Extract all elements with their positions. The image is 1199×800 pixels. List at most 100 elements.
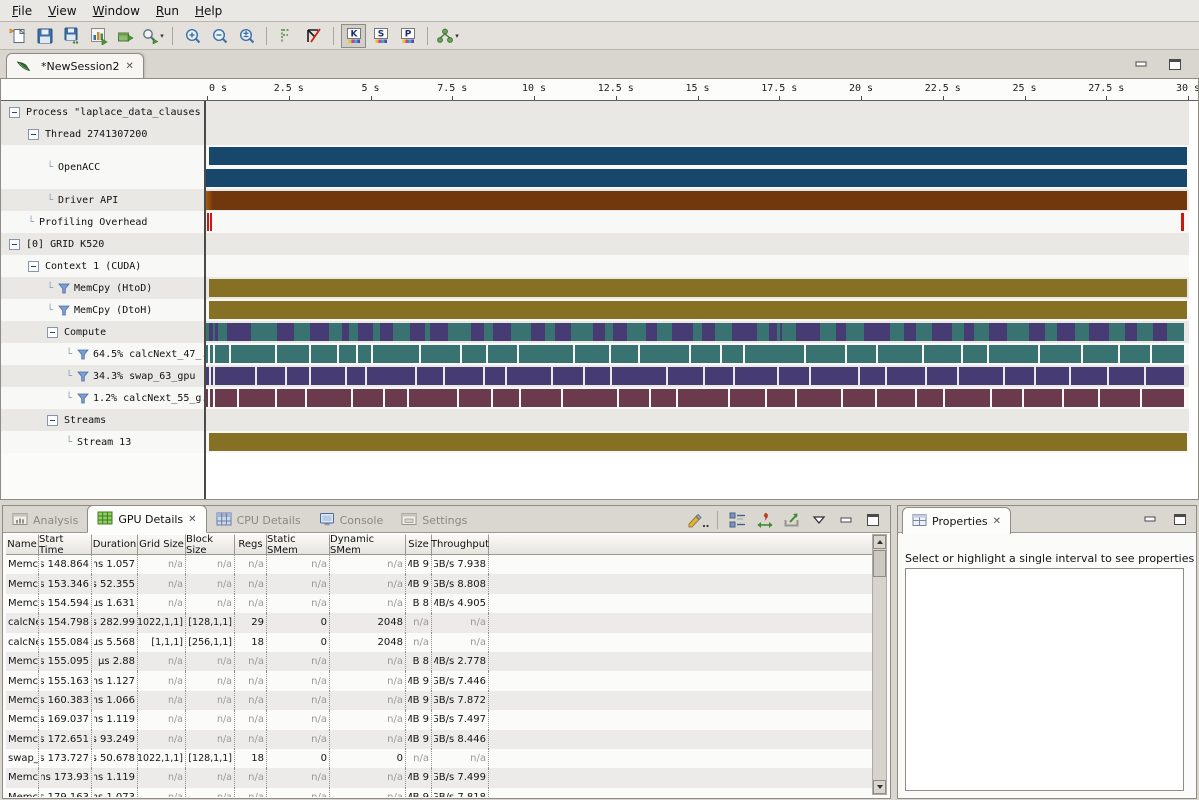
table-row[interactable]: Memcp169.037 ms1.119 msn/an/an/an/an/a9 … (6, 710, 874, 729)
scroll-up-icon[interactable] (873, 535, 886, 549)
openacc-bar[interactable] (209, 147, 1187, 165)
kernel-bar[interactable] (767, 389, 795, 407)
column-header-block-size[interactable]: Block Size (186, 534, 235, 555)
overhead-mark[interactable] (207, 213, 209, 231)
compute-bar[interactable] (702, 323, 715, 341)
kernel-bar[interactable] (959, 367, 1003, 385)
kernel-bar[interactable] (277, 345, 309, 363)
collapse-icon[interactable] (47, 415, 58, 426)
tree-row-driver-api[interactable]: └Driver API (1, 189, 204, 211)
kernel-bar[interactable] (311, 367, 345, 385)
analysis-dropdown-icon[interactable]: ▾ (435, 24, 460, 48)
save-icon[interactable] (32, 24, 57, 48)
kernel-bar[interactable] (210, 345, 213, 363)
compute-bar[interactable] (1125, 323, 1137, 341)
kernel-bar[interactable] (989, 345, 1038, 363)
compute-bar[interactable] (989, 323, 1007, 341)
compute-bar[interactable] (646, 323, 657, 341)
kernel-bar[interactable] (691, 345, 720, 363)
kernel-bar[interactable] (347, 367, 365, 385)
tab-console[interactable]: Console (310, 507, 393, 533)
compute-bar[interactable] (952, 323, 964, 341)
kernel-bar[interactable] (507, 367, 551, 385)
kernel-bar[interactable] (779, 367, 809, 385)
kernel-bar[interactable] (563, 389, 617, 407)
tab-analysis[interactable]: Analysis (3, 507, 87, 533)
table-row[interactable]: swap_6173.727 ms50.678 µs1022,1,1][128,1… (6, 749, 874, 768)
kernel-bar[interactable] (860, 367, 885, 385)
scroll-down-icon[interactable] (873, 780, 886, 794)
kernel-bar[interactable] (210, 389, 213, 407)
compute-bar[interactable] (1137, 323, 1153, 341)
column-header-start-time[interactable]: Start Time (39, 534, 92, 555)
tree-row-kernel-calcnext47[interactable]: └64.5% calcNext_47_... (1, 343, 204, 365)
kernel-bar[interactable] (206, 389, 208, 407)
kernel-bar[interactable] (745, 345, 804, 363)
tree-row-process[interactable]: Process "laplace_data_clauses 10... (1, 101, 204, 123)
compute-bar[interactable] (605, 323, 613, 341)
filter-icon[interactable] (77, 349, 89, 360)
column-header-dynamic-smem[interactable]: Dynamic SMem (330, 534, 406, 555)
kernel-bar[interactable] (811, 367, 858, 385)
kernel-bar[interactable] (206, 345, 208, 363)
collapse-icon[interactable] (28, 129, 39, 140)
memcpy-bar[interactable] (209, 279, 1187, 297)
kernel-bar[interactable] (211, 367, 213, 385)
collapse-icon[interactable] (9, 239, 20, 250)
kernel-bar[interactable] (206, 367, 209, 385)
kernel-bar[interactable] (462, 345, 486, 363)
table-row[interactable]: Memcp155.095 ms2.88 µsn/an/an/an/an/a8 B… (6, 652, 874, 671)
kernel-bar[interactable] (847, 345, 876, 363)
close-icon[interactable]: ✕ (125, 61, 133, 72)
table-row[interactable]: Memcp173.93 ms1.119 msn/an/an/an/an/a9 M… (6, 768, 874, 787)
kernel-bar[interactable] (1100, 389, 1140, 407)
tree-row-kernel-swap63[interactable]: └34.3% swap_63_gpu (1, 365, 204, 387)
kernel-bar[interactable] (806, 345, 845, 363)
compute-bar[interactable] (227, 323, 251, 341)
kernel-bar[interactable] (1120, 345, 1150, 363)
kernel-bar[interactable] (215, 389, 237, 407)
column-header-static-smem[interactable]: Static SMem (267, 534, 330, 555)
kernel-bar[interactable] (1142, 389, 1184, 407)
kernel-bar[interactable] (417, 367, 443, 385)
kernel-bar[interactable] (927, 367, 957, 385)
search-dropdown-icon[interactable]: ▾ (140, 24, 165, 48)
kernel-bar[interactable] (1024, 389, 1062, 407)
minimize-icon[interactable] (833, 508, 858, 532)
dropdown-caret-icon[interactable]: ▾ (455, 32, 459, 40)
maximize-icon[interactable] (1172, 512, 1188, 526)
kernel-bar[interactable] (1040, 345, 1081, 363)
menu-run[interactable]: Run (148, 2, 187, 20)
compute-bar[interactable] (627, 323, 646, 341)
mark-range-icon[interactable] (274, 24, 299, 48)
filter-icon[interactable] (58, 283, 70, 294)
driver-api-bar[interactable] (206, 191, 1187, 210)
collapse-icon[interactable] (28, 261, 39, 272)
compute-bar[interactable] (329, 323, 342, 341)
zoom-fit-icon[interactable] (234, 24, 259, 48)
kernel-bar[interactable] (1036, 367, 1069, 385)
stream-colors-icon[interactable]: S (368, 24, 393, 48)
kernel-bar[interactable] (257, 367, 285, 385)
process-colors-icon[interactable]: P (395, 24, 420, 48)
new-session-icon[interactable] (5, 24, 30, 48)
table-row[interactable]: Memcp179.163 ms1.073 msn/an/an/an/an/a9 … (6, 788, 874, 797)
kernel-bar[interactable] (611, 345, 638, 363)
kernel-bar[interactable] (239, 389, 275, 407)
new-view-icon[interactable] (113, 24, 138, 48)
compute-bar[interactable] (820, 323, 836, 341)
kernel-bar[interactable] (358, 345, 371, 363)
compute-bar[interactable] (657, 323, 672, 341)
table-scrollbar[interactable] (872, 534, 887, 795)
kernel-bar[interactable] (311, 345, 337, 363)
overhead-mark[interactable] (1181, 213, 1184, 231)
menu-window[interactable]: Window (85, 2, 148, 20)
compute-bar[interactable] (1007, 323, 1029, 341)
menu-help[interactable]: Help (187, 2, 230, 20)
tree-row-profiling[interactable]: └Profiling Overhead (1, 211, 204, 233)
kernel-bar[interactable] (924, 345, 961, 363)
compute-bar[interactable] (782, 323, 796, 341)
table-row[interactable]: Memcp153.346 ms52.355 µsn/an/an/an/an/a9… (6, 574, 874, 593)
compute-bar[interactable] (277, 323, 294, 341)
filter-icon[interactable] (77, 371, 89, 382)
